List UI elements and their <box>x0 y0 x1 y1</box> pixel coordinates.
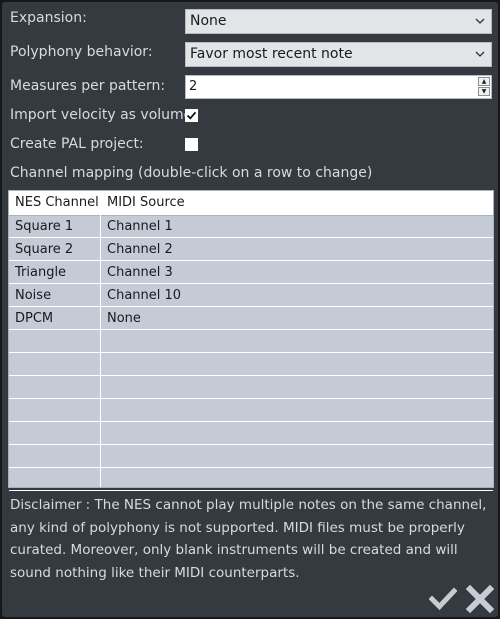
cancel-button[interactable] <box>466 585 494 613</box>
measures-label: Measures per pattern: <box>10 78 166 94</box>
polyphony-value: Favor most recent note <box>190 46 353 62</box>
expansion-label: Expansion: <box>10 10 87 26</box>
midi-import-dialog: Expansion: None Polyphony behavior: Favo… <box>2 2 498 617</box>
stepper-buttons: ▲ ▼ <box>478 77 490 97</box>
row-divider <box>9 306 493 307</box>
expansion-value: None <box>190 13 227 29</box>
row-divider <box>9 444 493 445</box>
measures-value: 2 <box>189 79 198 94</box>
row-divider <box>9 283 493 284</box>
row-divider <box>9 490 493 491</box>
polyphony-label: Polyphony behavior: <box>10 44 153 60</box>
row-divider <box>9 398 493 399</box>
measures-stepper[interactable]: 2 ▲ ▼ <box>185 75 492 99</box>
row-divider <box>9 352 493 353</box>
checkmark-icon <box>186 111 197 120</box>
column-header-nes[interactable]: NES Channel <box>9 191 99 214</box>
stepper-up-button[interactable]: ▲ <box>478 77 490 86</box>
table-cell-midi[interactable]: Channel 1 <box>101 215 173 238</box>
chevron-down-icon <box>475 51 485 57</box>
ok-button[interactable] <box>429 586 457 612</box>
expansion-select[interactable]: None <box>185 9 492 34</box>
table-cell-nes[interactable]: Square 1 <box>9 215 73 238</box>
row-divider <box>9 375 493 376</box>
table-cell-midi[interactable]: None <box>101 307 141 330</box>
table-cell-nes[interactable]: Noise <box>9 284 51 307</box>
velocity-label: Import velocity as volume: <box>10 107 197 123</box>
row-divider <box>9 329 493 330</box>
pal-label: Create PAL project: <box>10 136 144 152</box>
row-divider <box>9 467 493 468</box>
row-divider <box>9 421 493 422</box>
table-cell-midi[interactable]: Channel 2 <box>101 238 173 261</box>
channel-mapping-heading: Channel mapping (double-click on a row t… <box>10 165 373 181</box>
disclaimer-text: Disclaimer : The NES cannot play multipl… <box>10 497 487 581</box>
table-cell-midi[interactable]: Channel 10 <box>101 284 181 307</box>
chevron-down-icon <box>475 18 485 24</box>
stepper-down-button[interactable]: ▼ <box>478 87 490 96</box>
row-divider <box>9 237 493 238</box>
polyphony-select[interactable]: Favor most recent note <box>185 42 492 67</box>
table-cell-nes[interactable]: Square 2 <box>9 238 73 261</box>
channel-mapping-table[interactable]: NES Channel MIDI Source Square 1 Channel… <box>8 190 494 491</box>
table-cell-nes[interactable]: DPCM <box>9 307 53 330</box>
table-cell-midi[interactable]: Channel 3 <box>101 261 173 284</box>
row-divider <box>9 260 493 261</box>
pal-checkbox[interactable] <box>185 138 198 151</box>
velocity-checkbox[interactable] <box>185 109 198 122</box>
column-header-midi[interactable]: MIDI Source <box>101 191 185 214</box>
table-cell-nes[interactable]: Triangle <box>9 261 66 284</box>
